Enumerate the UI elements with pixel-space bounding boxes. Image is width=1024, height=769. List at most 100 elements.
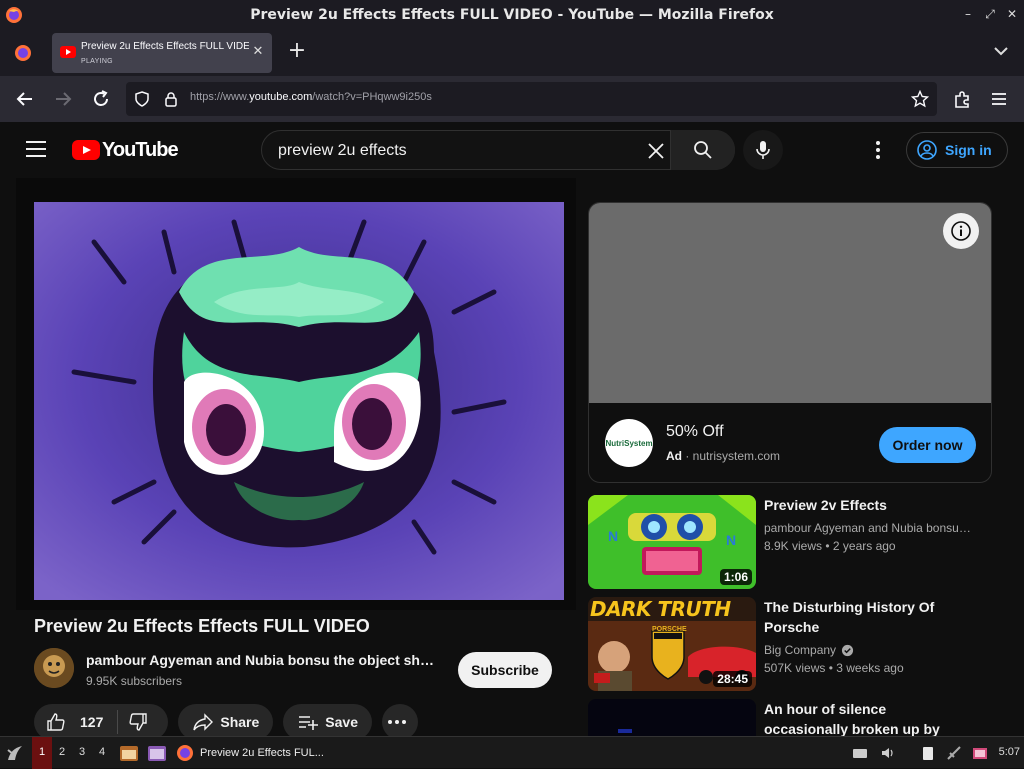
forward-arrow-icon[interactable] — [52, 88, 74, 110]
sign-in-label: Sign in — [945, 142, 992, 158]
recommended-video[interactable]: An hour of silence occasionally broken u… — [588, 699, 992, 736]
video-actions: 127 Share Save — [34, 704, 418, 740]
window-title: Preview 2u Effects Effects FULL VIDEO - … — [250, 7, 774, 23]
firefox-logo-icon — [177, 745, 193, 761]
sign-in-button[interactable]: Sign in — [906, 132, 1008, 168]
subscriber-count: 9.95K subscribers — [86, 674, 183, 688]
taskbar-window-firefox[interactable]: Preview 2u Effects FUL... — [176, 741, 376, 765]
minimize-button[interactable]: – — [960, 6, 976, 22]
subscribe-button[interactable]: Subscribe — [458, 652, 552, 688]
tracking-shield-icon[interactable] — [134, 91, 150, 107]
ad-domain: nutrisystem.com — [692, 449, 781, 463]
tabs-bar: Preview 2u Effects Effects FULL VIDEO PL… — [0, 30, 1024, 76]
like-button[interactable]: 127 — [34, 710, 119, 734]
reload-icon[interactable] — [90, 88, 112, 110]
workspace-3-button[interactable]: 3 — [72, 737, 92, 769]
dislike-button[interactable] — [118, 712, 168, 732]
more-vert-icon[interactable] — [870, 140, 886, 160]
svg-text:N: N — [608, 528, 618, 544]
extensions-puzzle-icon[interactable] — [951, 88, 973, 110]
tab-title: Preview 2u Effects Effects FULL VIDEO — [81, 41, 249, 52]
search-icon — [694, 141, 712, 159]
new-tab-button[interactable]: + — [286, 40, 308, 62]
sponsored-ad-card[interactable]: NutriSystem 50% Off Ad · nutrisystem.com… — [588, 202, 992, 483]
recommended-video[interactable]: DARK TRUTH PORSCHE 28:45 The Disturbing … — [588, 597, 992, 691]
youtube-header: YouTube preview 2u effects Sign in — [0, 122, 1024, 178]
more-actions-button[interactable] — [381, 704, 418, 740]
playlist-add-icon — [299, 716, 319, 730]
video-metadata: 507K views • 3 weeks ago — [764, 661, 904, 675]
close-window-button[interactable]: ✕ — [1004, 6, 1020, 22]
video-thumbnail[interactable]: DARK TRUTH PORSCHE 28:45 — [588, 597, 756, 691]
video-thumbnail[interactable]: N N 1:06 — [588, 495, 756, 589]
workspace-1-button[interactable]: 1 — [32, 737, 52, 769]
voice-search-button[interactable] — [743, 130, 783, 170]
url-text[interactable]: https://www.youtube.com/watch?v=PHqww9i2… — [190, 91, 432, 103]
terminal-icon[interactable] — [147, 743, 167, 763]
video-duration: 1:06 — [719, 569, 752, 585]
youtube-logo[interactable]: YouTube — [72, 138, 179, 162]
video-title[interactable]: An hour of silence occasionally broken u… — [764, 699, 974, 736]
channel-name[interactable]: Big Company — [764, 643, 854, 657]
order-now-button[interactable]: Order now — [879, 427, 976, 463]
screenshot-tool-icon[interactable] — [972, 745, 988, 761]
tab-close-icon[interactable]: ✕ — [250, 44, 266, 60]
start-menu-icon[interactable] — [4, 742, 26, 764]
drive-icon[interactable] — [852, 745, 868, 761]
save-button[interactable]: Save — [283, 704, 372, 740]
advertiser-logo[interactable]: NutriSystem — [605, 419, 653, 467]
ad-info-button[interactable] — [943, 213, 979, 249]
share-button[interactable]: Share — [178, 704, 274, 740]
search-input[interactable]: preview 2u effects — [278, 142, 407, 160]
taskbar-window-title: Preview 2u Effects FUL... — [200, 747, 324, 759]
video-frame[interactable] — [34, 202, 564, 600]
window-controls: – ⤢ ✕ — [960, 6, 1020, 22]
address-bar[interactable]: https://www.youtube.com/watch?v=PHqww9i2… — [126, 82, 937, 116]
url-path: /watch?v=PHqww9i250s — [312, 91, 432, 103]
like-count: 127 — [80, 714, 104, 730]
ad-headline[interactable]: 50% Off — [666, 423, 724, 441]
verified-badge-icon — [841, 644, 854, 656]
firefox-logo-icon — [6, 7, 22, 23]
desktop-taskbar: 1 2 3 4 Preview 2u Effects FUL... 5:07 — [0, 736, 1024, 769]
youtube-favicon-icon — [60, 46, 76, 58]
share-arrow-icon — [193, 713, 214, 731]
clear-search-icon[interactable] — [646, 141, 666, 161]
video-title[interactable]: The Disturbing History Of Porsche — [764, 597, 974, 637]
account-circle-icon — [917, 140, 937, 160]
channel-name[interactable]: pambour Agyeman and Nubia bonsu the obje… — [86, 652, 436, 668]
clipboard-icon[interactable] — [920, 745, 936, 761]
thumbnail-title-text: DARK TRUTH — [590, 597, 731, 621]
video-title[interactable]: Preview 2v Effects — [764, 495, 974, 515]
network-icon[interactable] — [946, 745, 962, 761]
search-box[interactable]: preview 2u effects — [261, 130, 735, 170]
chevron-down-icon[interactable] — [992, 42, 1010, 60]
workspace-4-button[interactable]: 4 — [92, 737, 112, 769]
tab-playing-status: PLAYING — [81, 58, 113, 65]
ad-badge: Ad — [666, 449, 682, 463]
microphone-icon — [756, 141, 770, 159]
video-still-image — [34, 202, 564, 600]
guide-menu-icon[interactable] — [26, 141, 46, 157]
channel-avatar[interactable] — [34, 648, 74, 688]
ad-sub: Ad · nutrisystem.com — [666, 449, 781, 463]
like-dislike-group: 127 — [34, 704, 169, 740]
thumbs-up-icon — [47, 713, 65, 731]
firefox-view-icon[interactable] — [14, 44, 32, 62]
file-manager-icon[interactable] — [119, 743, 139, 763]
bookmark-star-icon[interactable] — [911, 90, 929, 108]
lock-icon[interactable] — [164, 91, 178, 107]
workspace-2-button[interactable]: 2 — [52, 737, 72, 769]
thumbnail-image — [588, 699, 756, 736]
back-arrow-icon[interactable] — [14, 88, 36, 110]
channel-name[interactable]: pambour Agyeman and Nubia bonsu the obje… — [764, 521, 974, 535]
tab-youtube-video[interactable]: Preview 2u Effects Effects FULL VIDEO PL… — [52, 33, 272, 73]
ad-media[interactable] — [589, 203, 991, 403]
recommended-video[interactable]: N N 1:06 Preview 2v Effects pambour Agye… — [588, 495, 992, 589]
volume-icon[interactable] — [880, 745, 896, 761]
video-thumbnail[interactable] — [588, 699, 756, 736]
app-menu-icon[interactable] — [988, 88, 1010, 110]
url-prefix: https://www. — [190, 91, 250, 103]
search-button[interactable] — [670, 130, 735, 170]
maximize-button[interactable]: ⤢ — [982, 6, 998, 22]
